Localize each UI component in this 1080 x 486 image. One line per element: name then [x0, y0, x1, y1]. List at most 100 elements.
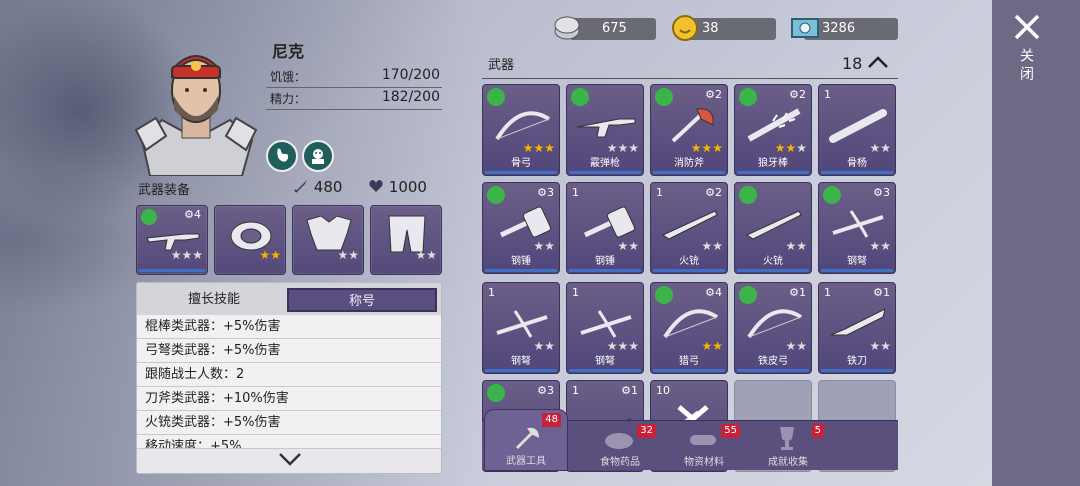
weapon-slot[interactable]: ⚙4 ★★ 猎弓	[650, 282, 728, 374]
mood-buff-icon[interactable]	[302, 140, 334, 172]
hunger-value: 170/200	[381, 67, 440, 83]
weapon-slot[interactable]: ★★★ 霰弹枪	[566, 84, 644, 176]
equip-slot-weapon[interactable]: ⚙4 ★★★	[136, 205, 208, 275]
weapon-slot[interactable]: 1 ⚙1 ★★ 铁刀	[818, 282, 896, 374]
hammer-icon	[583, 206, 636, 238]
star-rating: ★★	[869, 239, 891, 253]
tab-badge: 48	[542, 413, 561, 427]
weapon-slot[interactable]: ⚙1 ★★ 铁皮弓	[734, 282, 812, 374]
level-badge: ⚙1	[873, 286, 890, 299]
star-rating: ★★	[785, 339, 807, 353]
weapon-slot[interactable]: 1 ★★ 钢弩	[482, 282, 560, 374]
weapons-title: 武器	[488, 58, 515, 73]
level-badge: ⚙3	[873, 186, 890, 199]
star-rating: ★★★	[522, 141, 555, 155]
tab-achievements[interactable]: 5 成就收集	[746, 421, 830, 471]
tab-skills[interactable]: 擅长技能	[141, 288, 287, 312]
recycle-icon	[739, 286, 757, 304]
item-count: 1	[572, 384, 579, 397]
axe-tools-icon	[515, 427, 539, 450]
durability-bar	[821, 171, 893, 174]
recycle-icon	[571, 88, 589, 106]
shotgun-icon	[576, 118, 636, 138]
equip-slot-vest[interactable]: ★★	[292, 205, 364, 275]
durability-bar	[485, 171, 557, 174]
musket-icon	[661, 210, 718, 240]
crossbow-icon	[580, 310, 632, 338]
weapon-name: 火铳	[763, 256, 783, 267]
equip-slot-pants[interactable]: ★★	[370, 205, 442, 275]
star-rating: ★★★	[170, 248, 203, 262]
cash-value: 3286	[822, 21, 856, 36]
hunger-stat: 饥饿： 170/200	[266, 66, 442, 88]
spiked-club-icon	[747, 108, 801, 142]
energy-stat: 精力： 182/200	[266, 88, 442, 110]
durability-bar	[821, 269, 893, 272]
star-rating: ★★★	[690, 141, 723, 155]
tab-materials[interactable]: 55 物资材料	[662, 421, 746, 471]
star-rating: ★★	[415, 248, 437, 262]
star-rating: ★★	[869, 339, 891, 353]
recycle-icon	[739, 186, 757, 204]
fire-axe-icon	[671, 108, 714, 143]
item-count: 1	[656, 186, 663, 199]
chevron-up-icon[interactable]	[867, 55, 889, 69]
skill-row: 跟随战士人数：2	[137, 363, 441, 387]
close-label[interactable]: 关闭	[1016, 48, 1036, 84]
materials-icon	[690, 435, 716, 445]
hunger-label: 饥饿：	[270, 70, 307, 84]
weapon-slot[interactable]: 1 ★★ 钢锤	[566, 182, 644, 274]
bow-icon	[663, 309, 719, 339]
currency-coins: 675	[554, 16, 656, 40]
weapon-slot[interactable]: ⚙2 ★★★ 狼牙棒	[734, 84, 812, 176]
coins-stack-icon	[554, 16, 580, 40]
attack-value: 480	[313, 178, 343, 196]
weapon-slot[interactable]: ⚙3 ★★ 钢弩	[818, 182, 896, 274]
durability-bar	[485, 269, 557, 272]
weapon-slot[interactable]: ⚙2 ★★★ 消防斧	[650, 84, 728, 176]
close-icon[interactable]	[1012, 12, 1042, 42]
currency-cash: 3286	[791, 18, 898, 40]
weapons-count: 18	[842, 54, 889, 73]
durability-bar	[737, 171, 809, 174]
weapons-divider	[482, 78, 898, 79]
character-avatar	[134, 55, 258, 176]
tab-food-medicine[interactable]: 32 食物药品	[578, 421, 662, 471]
recycle-icon	[823, 186, 841, 204]
tab-weapons-tools[interactable]: 48 武器工具	[484, 409, 568, 471]
level-badge: ⚙3	[537, 384, 554, 397]
side-panel	[992, 0, 1080, 486]
level-badge: ⚙2	[705, 186, 722, 199]
trophy-icon	[780, 427, 794, 450]
star-rating: ★★	[701, 239, 723, 253]
weapon-slot[interactable]: ⚙3 ★★ 钢锤	[482, 182, 560, 274]
durability-bar	[653, 369, 725, 372]
weapon-slot[interactable]: 1 ★★★ 钢弩	[566, 282, 644, 374]
durability-bar	[569, 269, 641, 272]
bone-club-icon	[829, 109, 887, 143]
recycle-icon	[655, 286, 673, 304]
level-badge: ⚙2	[705, 88, 722, 101]
weapon-slot[interactable]: 1 ⚙2 ★★ 火铳	[650, 182, 728, 274]
sword-icon	[294, 180, 307, 193]
level-badge: ⚙2	[789, 88, 806, 101]
weapon-slot[interactable]: ★★ 火铳	[734, 182, 812, 274]
tab-titles[interactable]: 称号	[287, 288, 437, 312]
skill-row: 棍棒类武器：+5%伤害	[137, 315, 441, 339]
durability-bar	[485, 369, 557, 372]
weapon-name: 铁刀	[847, 356, 867, 367]
weapon-slot[interactable]: 1 ★★ 骨杨	[818, 84, 896, 176]
stomach-buff-icon[interactable]	[266, 140, 298, 172]
item-count: 1	[824, 88, 831, 101]
star-rating: ★★★	[606, 339, 639, 353]
equip-slot-belt[interactable]: ★★	[214, 205, 286, 275]
gold-value: 38	[702, 21, 719, 36]
weapon-name: 骨杨	[847, 158, 867, 169]
chevron-down-icon[interactable]	[277, 451, 303, 467]
item-count: 10	[656, 384, 670, 397]
machete-icon	[830, 308, 886, 336]
weapon-name: 猎弓	[679, 356, 699, 367]
defense-stat: 1000	[368, 178, 427, 196]
durability-bar	[569, 369, 641, 372]
weapon-slot[interactable]: ★★★ 骨弓	[482, 84, 560, 176]
